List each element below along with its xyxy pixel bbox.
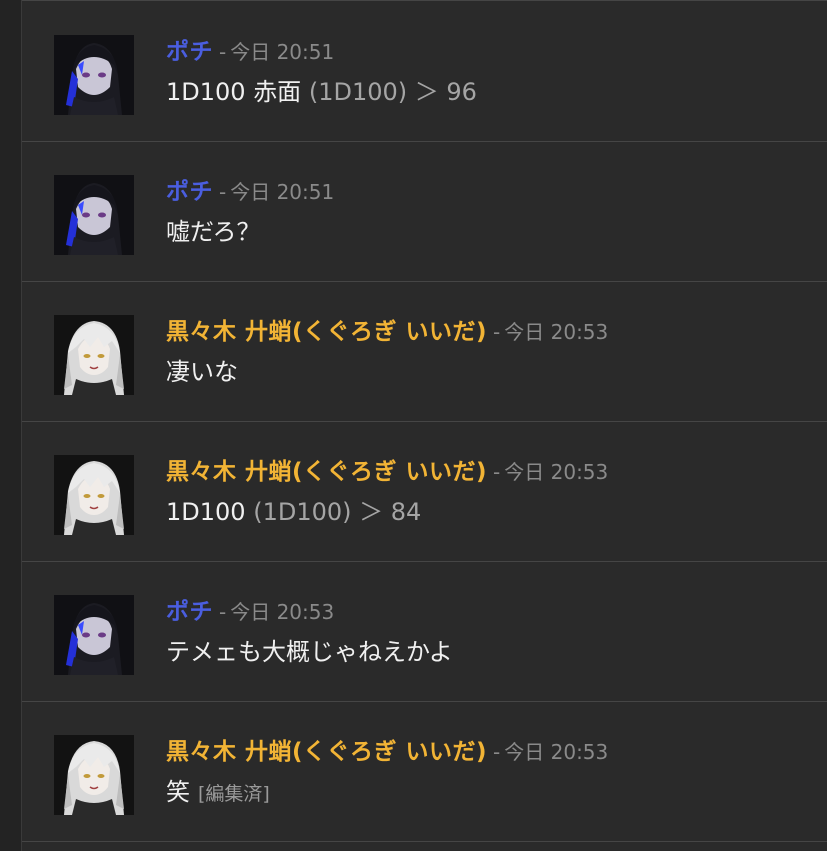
content-text: テメェも大概じゃねえかよ	[166, 638, 453, 666]
content-text: 凄いな	[166, 358, 238, 386]
pochi-avatar[interactable]	[54, 175, 134, 255]
content-text: 1D100 赤面	[166, 78, 302, 106]
message-divider	[22, 841, 827, 842]
message-header: ポチ - 今日 20:51	[166, 177, 334, 207]
dice-result: ＞ 84	[359, 498, 422, 526]
kurogi-avatar-image	[54, 455, 134, 535]
header-separator: -	[493, 460, 501, 484]
author-name[interactable]: ポチ	[166, 179, 213, 205]
header-separator: -	[219, 40, 227, 64]
timestamp: 今日 20:51	[230, 40, 335, 64]
message-content: 嘘だろ？	[166, 215, 261, 249]
timestamp: 今日 20:53	[504, 320, 609, 344]
timestamp: 今日 20:53	[504, 740, 609, 764]
dice-expression: (1D100)	[253, 498, 352, 526]
message-item[interactable]: 黒々木 廾蛸(くぐろぎ いいだ) - 今日 20:53 1D100 (1D100) …	[22, 421, 827, 561]
kurogi-avatar[interactable]	[54, 315, 134, 395]
message-item[interactable]: ポチ - 今日 20:53 テメェも大概じゃねえかよ	[22, 561, 827, 701]
message-item[interactable]: 黒々木 廾蛸(くぐろぎ いいだ) - 今日 20:53 笑 [編集済]	[22, 701, 827, 841]
chat-window: ポチ - 今日 20:51 1D100 赤面 (1D100) ＞ 96 ポチ -…	[0, 0, 827, 851]
timestamp: 今日 20:53	[230, 600, 335, 624]
author-name[interactable]: ポチ	[166, 599, 213, 625]
message-header: 黒々木 廾蛸(くぐろぎ いいだ) - 今日 20:53	[166, 317, 608, 347]
header-separator: -	[493, 740, 501, 764]
message-header: ポチ - 今日 20:51	[166, 37, 334, 67]
message-header: ポチ - 今日 20:53	[166, 597, 334, 627]
left-rail	[0, 0, 22, 851]
message-content: 笑 [編集済]	[166, 775, 270, 809]
header-separator: -	[493, 320, 501, 344]
message-item[interactable]: ポチ - 今日 20:51 嘘だろ？	[22, 141, 827, 281]
pochi-avatar-image	[54, 35, 134, 115]
content-text: 笑	[166, 778, 190, 806]
message-content: 1D100 (1D100) ＞ 84	[166, 495, 421, 529]
dice-result: ＞ 96	[414, 78, 477, 106]
message-item[interactable]: 黒々木 廾蛸(くぐろぎ いいだ) - 今日 20:53 凄いな	[22, 281, 827, 421]
header-separator: -	[219, 180, 227, 204]
author-name[interactable]: 黒々木 廾蛸(くぐろぎ いいだ)	[166, 459, 487, 485]
header-separator: -	[219, 600, 227, 624]
message-header: 黒々木 廾蛸(くぐろぎ いいだ) - 今日 20:53	[166, 457, 608, 487]
author-name[interactable]: ポチ	[166, 39, 213, 65]
message-content: 1D100 赤面 (1D100) ＞ 96	[166, 75, 477, 109]
message-content: テメェも大概じゃねえかよ	[166, 635, 453, 669]
timestamp: 今日 20:51	[230, 180, 335, 204]
message-list[interactable]: ポチ - 今日 20:51 1D100 赤面 (1D100) ＞ 96 ポチ -…	[22, 0, 827, 851]
dice-expression: (1D100)	[308, 78, 408, 106]
timestamp: 今日 20:53	[504, 460, 609, 484]
author-name[interactable]: 黒々木 廾蛸(くぐろぎ いいだ)	[166, 319, 487, 345]
message-header: 黒々木 廾蛸(くぐろぎ いいだ) - 今日 20:53	[166, 737, 608, 767]
author-name[interactable]: 黒々木 廾蛸(くぐろぎ いいだ)	[166, 739, 487, 765]
pochi-avatar[interactable]	[54, 595, 134, 675]
kurogi-avatar-image	[54, 315, 134, 395]
kurogi-avatar-image	[54, 735, 134, 815]
content-text: 嘘だろ？	[166, 218, 261, 246]
message-content: 凄いな	[166, 355, 238, 389]
pochi-avatar-image	[54, 595, 134, 675]
kurogi-avatar[interactable]	[54, 735, 134, 815]
pochi-avatar-image	[54, 175, 134, 255]
message-item[interactable]: ポチ - 今日 20:51 1D100 赤面 (1D100) ＞ 96	[22, 1, 827, 141]
edited-indicator: [編集済]	[198, 783, 270, 805]
content-text: 1D100	[166, 498, 246, 526]
pochi-avatar[interactable]	[54, 35, 134, 115]
kurogi-avatar[interactable]	[54, 455, 134, 535]
